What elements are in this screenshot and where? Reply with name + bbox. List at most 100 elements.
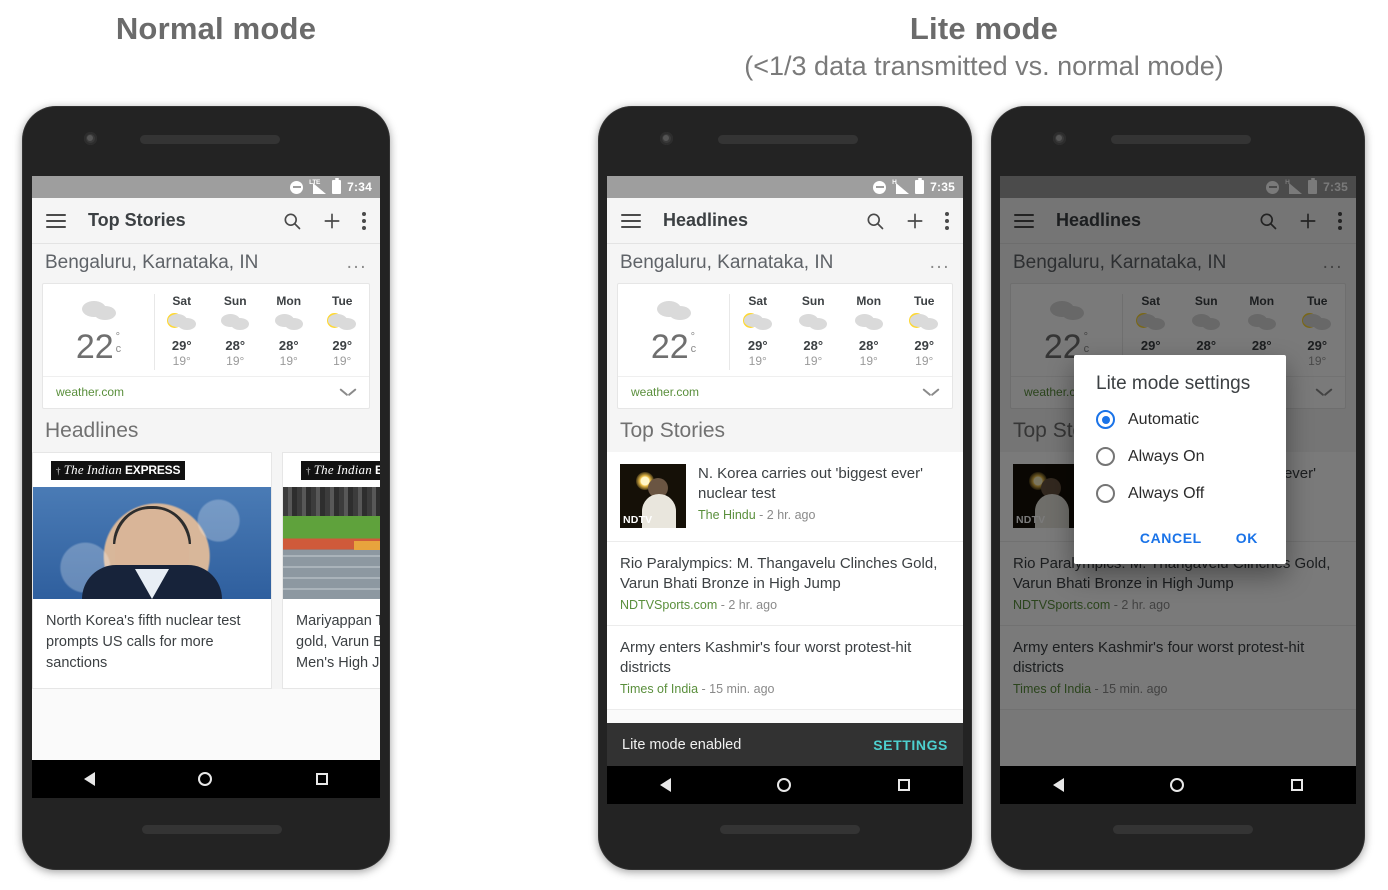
location-overflow-icon[interactable]: ... [347,252,367,274]
kebab-menu-icon[interactable] [1338,209,1342,233]
publisher-the: The [313,461,334,477]
radio-button-selected-icon[interactable] [1096,410,1115,429]
ok-button[interactable]: OK [1224,524,1270,552]
chevron-down-icon[interactable] [1316,387,1332,397]
indian-express-logo: † The Indian EXPRESS [301,460,380,480]
day-low: 19° [859,354,878,368]
temperature-unit: c [1083,342,1090,355]
android-nav-bar [32,760,380,798]
phone-lite-mode-dialog: H 7:35 Headlines Bengaluru, Karnataka, I… [991,106,1365,870]
status-bar: H 7:35 [1000,176,1356,198]
cancel-button[interactable]: CANCEL [1128,524,1214,552]
headline-card[interactable]: † The Indian EXPRESS North Korea's fifth… [32,452,272,690]
day-high: 29° [747,338,768,353]
list-item[interactable]: Rio Paralympics: M. Thangavelu Clinches … [607,542,963,627]
lite-mode-title: Lite mode [909,11,1059,46]
forecast-day: Mon 28° 19° [841,294,897,370]
search-icon[interactable] [1258,211,1278,231]
weather-row: 22 ° c Sat 29° [43,284,369,376]
android-nav-bar [607,766,963,804]
plus-icon[interactable] [322,211,342,231]
story-source: NDTVSports.com [1013,598,1111,613]
radio-option-always-off[interactable]: Always Off [1074,475,1286,512]
kebab-menu-icon[interactable] [362,209,366,233]
home-icon[interactable] [198,772,213,786]
location-name: Bengaluru, Karnataka, IN [45,252,259,273]
story-source: NDTVSports.com [620,598,718,613]
day-name: Sat [1141,294,1161,308]
status-bar: H 7:35 [607,176,963,198]
location-header: Bengaluru, Karnataka, IN ... [1000,244,1356,283]
weather-card[interactable]: 22 ° c Sat 29° [42,283,370,409]
weather-source-link[interactable]: weather.com [56,385,124,399]
android-nav-bar [1000,766,1356,804]
snackbar-message: Lite mode enabled [622,736,742,753]
headline-image [283,487,380,599]
signal-icon: H [892,179,910,194]
forecast-day: Sun 28° 19° [786,294,842,370]
recents-icon[interactable] [897,779,910,791]
plus-icon[interactable] [905,211,925,231]
radio-option-always-on[interactable]: Always On [1074,438,1286,475]
weather-card[interactable]: 22 ° c Sat 29° [617,283,953,409]
app-bar-title: Headlines [1056,210,1142,230]
radio-label: Always Off [1128,484,1205,502]
snackbar-settings-action[interactable]: SETTINGS [873,737,948,753]
radio-option-automatic[interactable]: Automatic [1074,401,1286,438]
headline-card[interactable]: † The Indian EXPRESS Mariyappan Thangave… [282,452,380,690]
hamburger-menu-icon[interactable] [1014,210,1034,232]
back-icon[interactable] [83,772,95,786]
story-time: - 15 min. ago [701,682,775,697]
hamburger-menu-icon[interactable] [46,210,66,232]
search-icon[interactable] [282,211,302,231]
radio-button-icon[interactable] [1096,447,1115,466]
cloudy-icon [272,311,306,334]
chevron-down-icon[interactable] [340,387,356,397]
recents-icon[interactable] [316,773,329,785]
dialog-title: Lite mode settings [1096,373,1251,394]
front-camera-icon [1053,132,1066,145]
plus-icon[interactable] [1298,211,1318,231]
forecast-day: Tue 29° 19° [1290,294,1346,370]
location-overflow-icon[interactable]: ... [1323,252,1343,274]
recents-icon[interactable] [1290,779,1303,791]
weather-source-link[interactable]: weather.com [631,385,699,399]
day-low: 19° [226,354,245,368]
home-icon[interactable] [1170,778,1185,792]
location-name: Bengaluru, Karnataka, IN [1013,252,1227,273]
list-item[interactable]: Army enters Kashmir's four worst protest… [1000,626,1356,711]
publisher-indian: Indian [336,461,372,477]
search-icon[interactable] [865,211,885,231]
forecast-day: Tue 29° 19° [897,294,953,370]
back-icon[interactable] [660,778,672,792]
earpiece-grille [140,135,280,144]
radio-button-icon[interactable] [1096,484,1115,503]
cloudy-icon [852,311,886,334]
day-low: 19° [804,354,823,368]
list-item[interactable]: NDTV N. Korea carries out 'biggest ever'… [607,452,963,542]
home-icon[interactable] [777,778,792,792]
publisher-express: EXPRESS [375,463,380,477]
day-high: 28° [858,338,879,353]
hamburger-menu-icon[interactable] [621,210,641,232]
publisher-badge: † The Indian EXPRESS [283,453,380,487]
status-bar-clock: 7:35 [930,180,955,194]
kebab-menu-icon[interactable] [945,209,949,233]
day-low: 19° [915,354,934,368]
location-header: Bengaluru, Karnataka, IN ... [607,244,963,283]
day-high: 28° [1251,338,1272,353]
day-low: 19° [748,354,767,368]
chevron-down-icon[interactable] [923,387,939,397]
phone-normal-mode: LTE 7:34 Top Stories Bengaluru, Karnatak… [22,106,390,870]
app-bar: Headlines [607,198,963,244]
location-overflow-icon[interactable]: ... [930,252,950,274]
list-item[interactable]: Army enters Kashmir's four worst protest… [607,626,963,711]
day-name: Mon [856,294,882,308]
back-icon[interactable] [1053,778,1065,792]
location-header: Bengaluru, Karnataka, IN ... [32,244,380,283]
bottom-speaker-grille [1113,825,1253,834]
story-time: - 2 hr. ago [720,598,778,613]
day-high: 29° [914,338,935,353]
day-high: 29° [171,338,192,353]
content-area: Bengaluru, Karnataka, IN ... 22 ° c Sat … [607,244,963,711]
